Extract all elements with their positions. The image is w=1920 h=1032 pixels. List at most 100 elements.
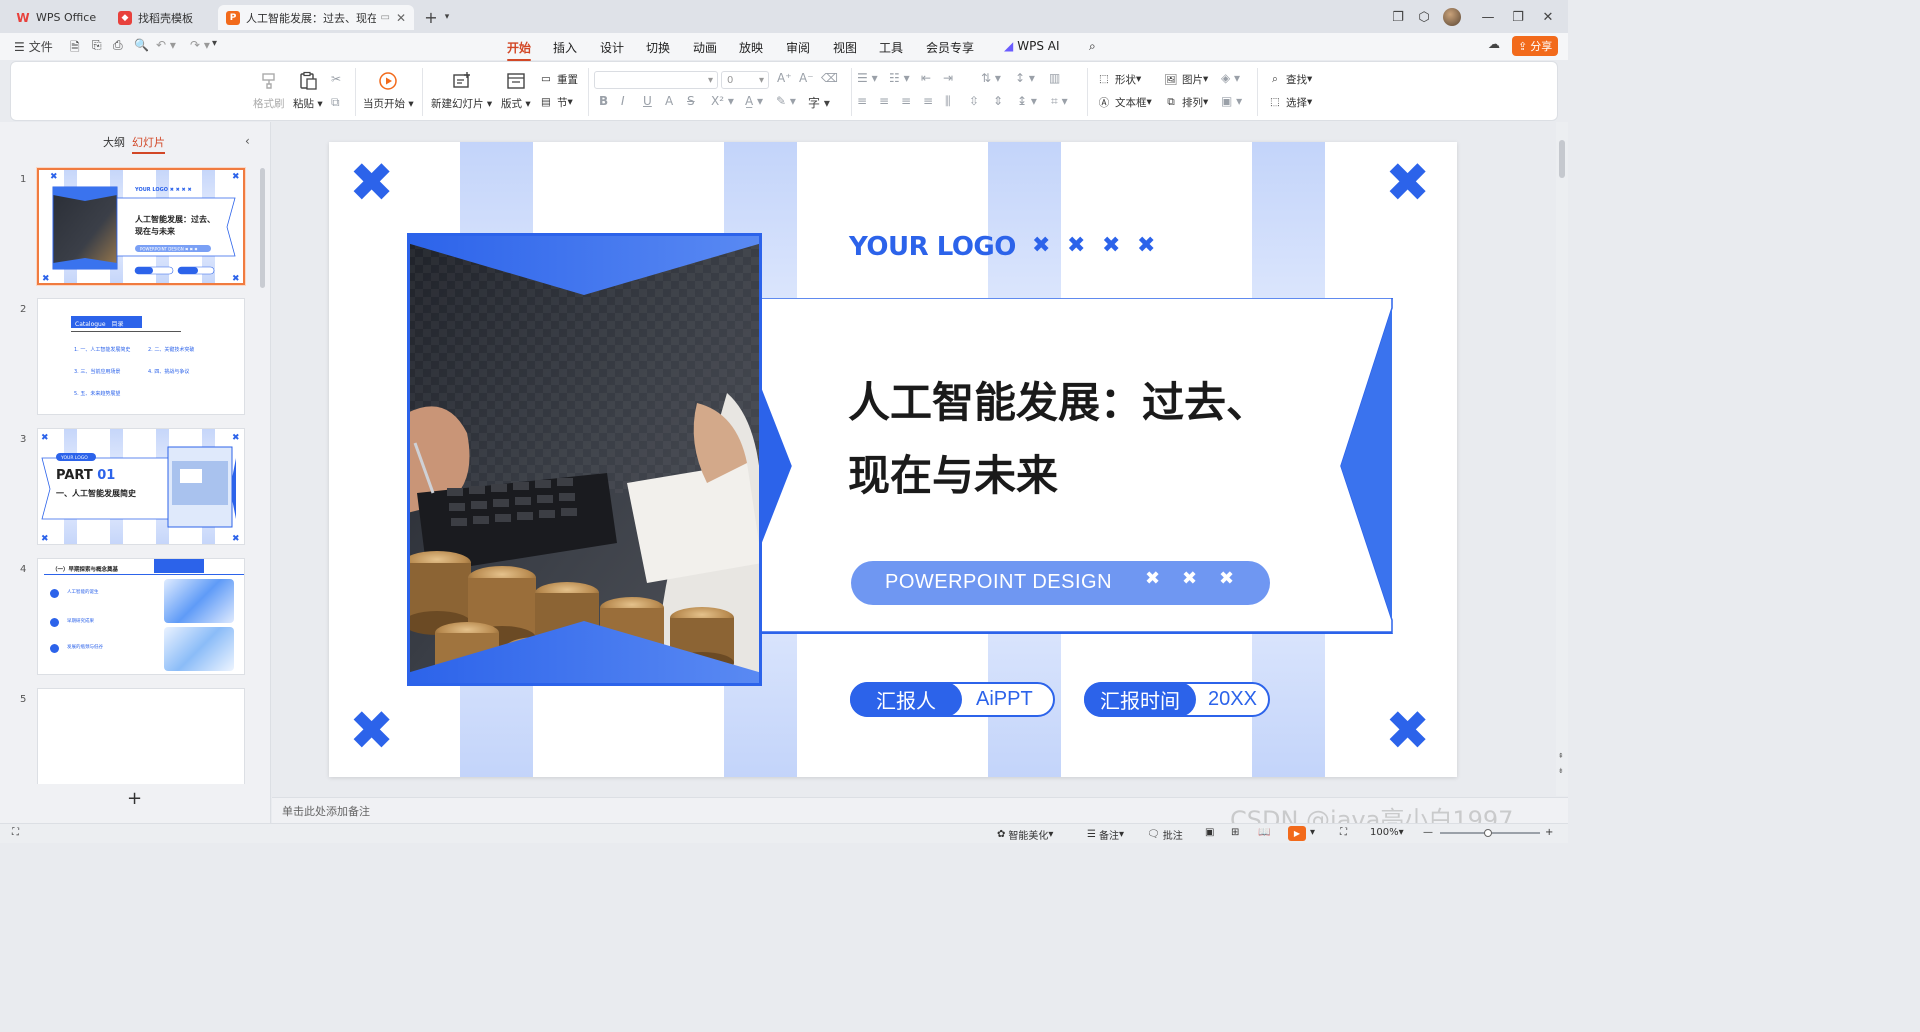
fill-icon[interactable]: ◈ ▾ [1221, 71, 1240, 85]
chevron-down-icon[interactable]: ▾ [437, 7, 457, 27]
strikethrough-icon[interactable]: S [687, 94, 695, 108]
accessibility-icon[interactable]: ⛶ [12, 827, 19, 838]
panel-scrollbar[interactable] [260, 168, 265, 288]
reading-view-icon[interactable]: 📖 [1258, 827, 1270, 838]
section-button[interactable]: ▤ 节 ▾ [538, 94, 573, 110]
tab-template[interactable]: ◆ 找稻壳模板 [110, 5, 214, 30]
outline-icon[interactable]: ▣ ▾ [1221, 94, 1242, 108]
distribute-icon[interactable]: ⫼ [945, 94, 951, 109]
tab-insert[interactable]: 插入 [553, 39, 577, 56]
vertical-align-icon[interactable]: ⇳ [969, 94, 979, 108]
tab-view[interactable]: 视图 [833, 39, 857, 56]
shape-button[interactable]: ⬚ 形状 ▾ [1096, 71, 1141, 87]
redo-icon[interactable]: ↷ ▾ [190, 38, 210, 52]
normal-view-icon[interactable]: ▣ [1205, 827, 1214, 838]
grid-view-icon[interactable]: ⊞ [1231, 827, 1239, 838]
fit-window-icon[interactable]: ⛶ [1340, 827, 1347, 838]
increase-font-icon[interactable]: A⁺ [777, 71, 792, 85]
zoom-in-icon[interactable]: + [1545, 827, 1553, 838]
reset-button[interactable]: ▭ 重置 [538, 71, 578, 87]
notes-button[interactable]: ☰ 备注 ▾ [1087, 827, 1124, 842]
copy-icon[interactable]: ⧉ [331, 95, 340, 110]
slide-thumbnail-3[interactable]: ✖ ✖ ✖ ✖ YOUR LOGO PART 01 一、人工智能发展简史 [37, 428, 245, 545]
arrange-button[interactable]: ⧉ 排列 ▾ [1163, 94, 1208, 110]
restore-window-icon[interactable]: ❐ [1388, 7, 1408, 27]
character-spacing-icon[interactable]: 字 ▾ [808, 94, 830, 111]
tab-animation[interactable]: 动画 [693, 39, 717, 56]
sort-icon[interactable]: ↕ ▾ [1015, 71, 1035, 85]
line-spacing-icon[interactable]: ⇕ [993, 94, 1003, 108]
add-slide-button[interactable]: + [127, 788, 142, 809]
align-center-icon[interactable]: ≡ [879, 94, 889, 108]
bold-icon[interactable]: B [599, 94, 608, 108]
tab-design[interactable]: 设计 [600, 39, 624, 56]
close-window-icon[interactable]: ✕ [1538, 7, 1558, 27]
avatar[interactable] [1442, 7, 1462, 27]
close-icon[interactable]: ✕ [396, 11, 406, 25]
select-button[interactable]: ⬚ 选择 ▾ [1267, 94, 1312, 110]
tab-outline[interactable]: 大纲 [103, 134, 125, 150]
file-menu[interactable]: ☰ 文件 [14, 38, 53, 55]
main-slide[interactable]: ✖ ✖ ✖ ✖ YOUR LOGO ✖ ✖ ✖ ✖ 人工智能发展：过去、 现在与… [329, 142, 1457, 777]
search-icon[interactable]: ⌕ [1089, 39, 1096, 54]
print-icon[interactable]: ⎙ [113, 38, 123, 53]
tab-wps-ai[interactable]: ◢ WPS AI [1004, 39, 1060, 53]
time-pill[interactable]: 汇报时间 20XX [1084, 682, 1270, 717]
chevron-down-icon[interactable]: ▾ [1310, 827, 1315, 838]
find-button[interactable]: ⌕ 查找 ▾ [1267, 71, 1312, 87]
slide-thumbnail-5[interactable] [37, 688, 245, 784]
tab-slideshow[interactable]: 放映 [739, 39, 763, 56]
zoom-slider-thumb[interactable] [1484, 829, 1492, 837]
print-preview-icon[interactable]: 🔍 [134, 38, 149, 52]
slide-title-line2[interactable]: 现在与未来 [848, 455, 1058, 497]
text-direction-icon[interactable]: ⇅ ▾ [981, 71, 1001, 85]
tab-wps-office[interactable]: W WPS Office [8, 5, 106, 30]
tab-transition[interactable]: 切换 [646, 39, 670, 56]
zoom-slider[interactable] [1440, 829, 1540, 837]
slide-thumbnail-1[interactable]: ✖ ✖ ✖ ✖ YOUR LOGO ✖ ✖ ✖ ✖ 人工智能发展：过去、 现在与… [37, 168, 245, 285]
comments-button[interactable]: 🗨 批注 [1147, 827, 1183, 842]
bullet-list-icon[interactable]: ☰ ▾ [857, 71, 878, 85]
chevron-down-icon[interactable]: ▾ [212, 38, 217, 49]
text-box-margin-icon[interactable]: ⌗ ▾ [1051, 94, 1068, 109]
collapse-panel-icon[interactable]: ‹ [245, 134, 250, 148]
share-button[interactable]: ⇪ 分享 [1512, 36, 1559, 56]
italic-icon[interactable]: I [621, 94, 625, 108]
clear-format-icon[interactable]: ⌫ [821, 71, 838, 85]
highlight-icon[interactable]: ✎ ▾ [776, 94, 796, 108]
undo-icon[interactable]: ↶ ▾ [156, 38, 176, 52]
slide-title-line1[interactable]: 人工智能发展：过去、 [848, 382, 1268, 424]
decrease-font-icon[interactable]: A⁻ [799, 71, 814, 85]
paste-button[interactable]: 粘贴 ▾ [293, 70, 323, 111]
tab-slides[interactable]: 幻灯片 [132, 134, 165, 154]
tab-review[interactable]: 审阅 [786, 39, 810, 56]
reporter-pill[interactable]: 汇报人 AiPPT [850, 682, 1055, 717]
tab-tools[interactable]: 工具 [879, 39, 903, 56]
scrollbar-thumb[interactable] [1559, 140, 1565, 178]
tab-member[interactable]: 会员专享 [926, 39, 974, 56]
decrease-indent-icon[interactable]: ⇤ [921, 71, 931, 85]
tab-current-document[interactable]: P 人工智能发展：过去、现在与 ▭ ✕ [218, 5, 414, 30]
canvas-scrollbar[interactable]: ⇞ ⇟ [1556, 122, 1568, 796]
text-shadow-icon[interactable]: A [665, 94, 673, 108]
align-left-icon[interactable]: ≡ [857, 94, 867, 108]
export-icon[interactable]: ⎘ [92, 38, 102, 53]
save-icon[interactable]: 🗎 [70, 38, 80, 59]
cut-icon[interactable]: ✂ [331, 72, 341, 86]
maximize-icon[interactable]: ❐ [1508, 7, 1528, 27]
tab-home[interactable]: 开始 [507, 39, 532, 61]
new-slide-button[interactable]: 新建幻灯片 ▾ [431, 70, 492, 111]
subtitle-pill[interactable]: POWERPOINT DESIGN ✖ ✖ ✖ [851, 561, 1270, 605]
slide-thumbnail-2[interactable]: Catalogue 目录 1. 一、人工智能发展简史 2. 二、关键技术突破 3… [37, 298, 245, 415]
layout-button[interactable]: 版式 ▾ [501, 70, 531, 111]
zoom-level[interactable]: 100% ▾ [1370, 827, 1404, 838]
slide-thumbnail-4[interactable]: （一）早期探索与概念奠基 人工智能的诞生 早期研究成果 发展的瓶颈与低谷 [37, 558, 245, 675]
columns-icon[interactable]: ▥ [1049, 71, 1060, 85]
font-color-icon[interactable]: A̲ ▾ [745, 94, 763, 108]
page-up-icon[interactable]: ⇞ [1558, 752, 1564, 760]
picture-button[interactable]: 🖼 图片 ▾ [1163, 71, 1208, 87]
superscript-icon[interactable]: X² ▾ [711, 94, 734, 108]
underline-icon[interactable]: U [643, 94, 652, 108]
play-current-slide-button[interactable]: 当页开始 ▾ [363, 70, 414, 111]
justify-icon[interactable]: ≡ [923, 94, 933, 108]
